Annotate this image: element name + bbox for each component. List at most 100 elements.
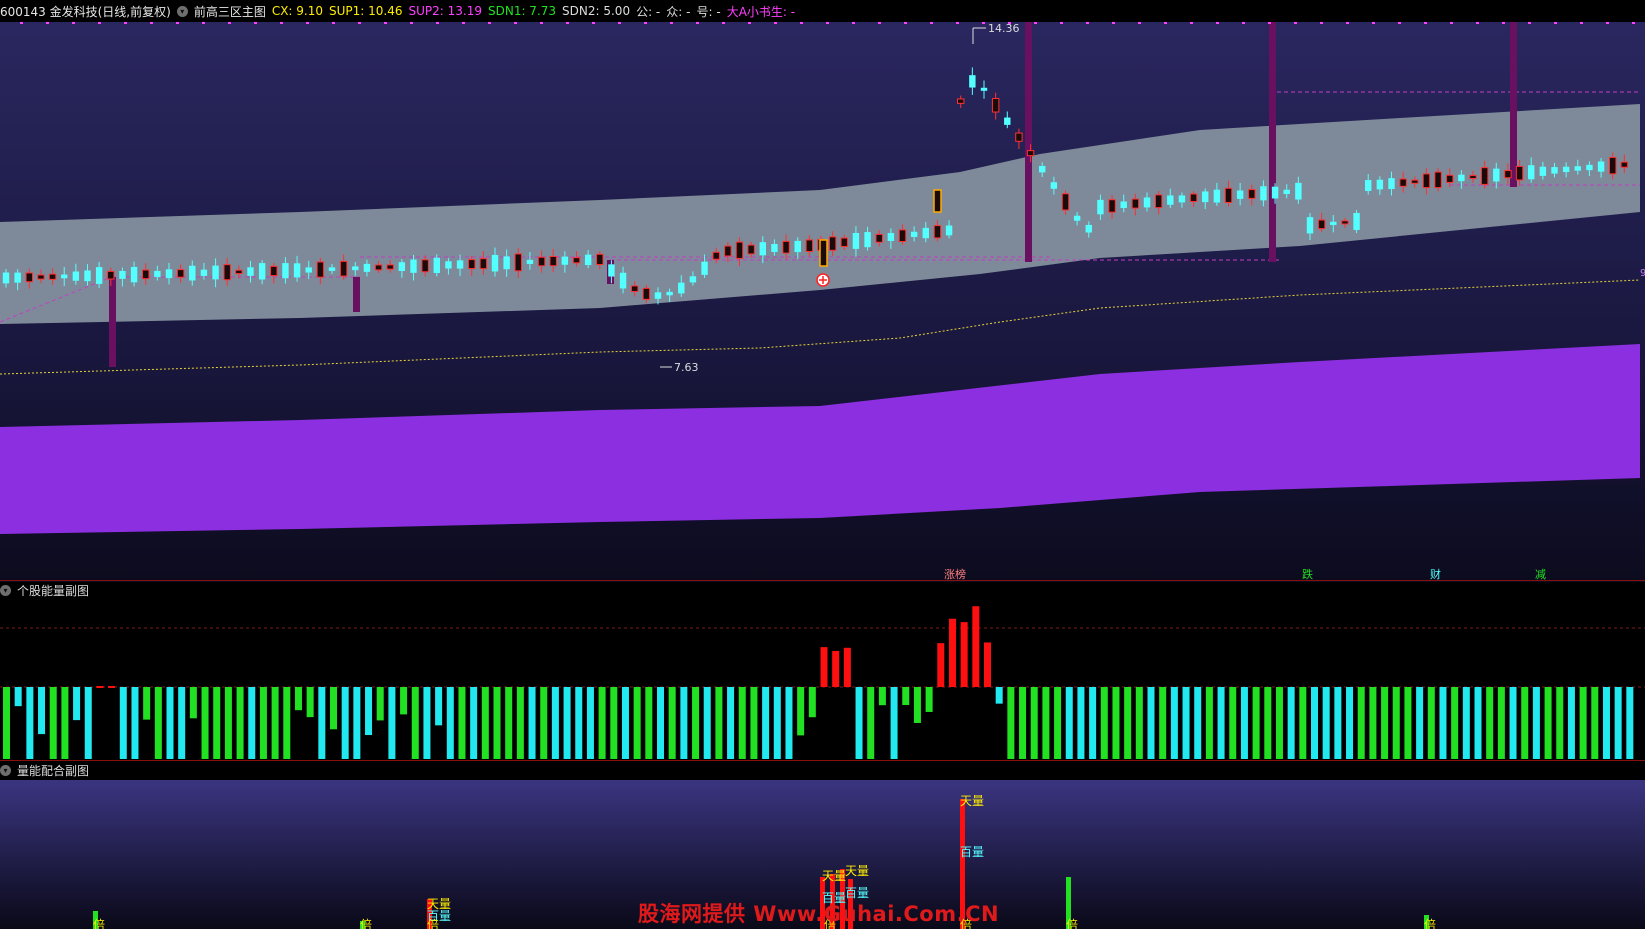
sdn2-value: SDN2: 5.00 <box>562 4 631 18</box>
candle-body <box>1446 174 1454 183</box>
top-tick <box>826 22 829 24</box>
energy-bar <box>84 687 92 759</box>
energy-bar <box>528 687 536 759</box>
energy-bar <box>855 687 863 759</box>
candle-body <box>1411 179 1419 184</box>
candle-body <box>352 266 359 271</box>
candle-body <box>165 269 173 279</box>
candle-body <box>491 254 499 272</box>
cx-value: CX: 9.10 <box>271 4 324 18</box>
candle-body <box>1422 173 1431 189</box>
energy-bar <box>1135 687 1143 759</box>
main-chart-panel[interactable]: 14.36 7.63 涨榜 跌 财 减 <box>0 22 1645 582</box>
candle-body <box>1073 215 1081 221</box>
energy-bar <box>516 687 524 759</box>
volume-label: 百量 <box>960 845 984 859</box>
top-tick <box>462 22 465 24</box>
candle-body <box>1236 190 1244 199</box>
energy-bar <box>1404 687 1412 759</box>
candle-body <box>1504 170 1512 179</box>
energy-bar <box>1474 687 1482 759</box>
indicator-name[interactable]: 前高三区主图 <box>194 3 266 20</box>
top-tick <box>176 22 179 24</box>
energy-bar <box>1264 687 1272 759</box>
top-tick <box>280 22 283 24</box>
candle-body <box>1167 195 1174 205</box>
energy-bar <box>1322 687 1330 759</box>
energy-bar <box>1416 687 1424 759</box>
candle-body <box>840 237 848 247</box>
top-tick <box>488 22 491 24</box>
sub1-title[interactable]: 个股能量副图 <box>17 582 89 599</box>
energy-bar <box>73 687 81 721</box>
candle-body <box>258 263 266 280</box>
candle-body <box>701 261 708 275</box>
zhong-value: 众: - <box>666 4 691 19</box>
energy-bar <box>575 687 583 759</box>
indicator-toggle-icon[interactable]: ▾ <box>176 5 188 17</box>
candle-body <box>1597 161 1605 172</box>
panel-separator-1 <box>0 580 1645 581</box>
top-tick <box>1242 22 1245 24</box>
candle-body <box>1120 201 1127 209</box>
stock-title[interactable]: 600143 金发科技(日线,前复权) <box>0 3 171 20</box>
top-tick <box>722 22 725 24</box>
energy-bar <box>668 687 676 759</box>
candle-body <box>1551 167 1558 174</box>
hao-value: 号: - <box>696 4 721 19</box>
sub2-title[interactable]: 量能配合副图 <box>17 762 89 779</box>
bottom-label-zhangbang: 涨榜 <box>944 567 966 581</box>
candle-body <box>642 287 651 300</box>
energy-bar <box>213 687 221 759</box>
candle-body <box>1015 132 1023 142</box>
candle-body <box>1399 178 1407 187</box>
signal-plus-icon[interactable] <box>816 273 830 287</box>
energy-bar <box>365 687 373 736</box>
candle-body <box>130 266 138 283</box>
candle-body <box>1085 224 1092 233</box>
candle-body <box>1562 166 1570 173</box>
candle-body <box>887 233 895 241</box>
candle-body <box>270 265 278 277</box>
energy-bar <box>435 687 443 726</box>
candle-body <box>1295 182 1302 200</box>
energy-subchart-panel[interactable] <box>0 582 1645 760</box>
energy-bar <box>727 687 735 759</box>
candle-body <box>549 255 557 267</box>
energy-bar <box>1602 687 1610 759</box>
vertical-marker-5 <box>1510 22 1517 187</box>
main-chart-canvas[interactable]: 14.36 7.63 涨榜 跌 财 减 <box>0 22 1645 582</box>
top-tick <box>1502 22 1505 24</box>
energy-bar <box>1299 687 1307 759</box>
candle-body <box>980 87 988 91</box>
energy-bar <box>1054 687 1062 759</box>
candle-body <box>678 282 685 294</box>
candle-body <box>631 285 639 292</box>
top-tick <box>46 22 49 24</box>
energy-bar <box>925 687 933 712</box>
volume-label: 天量 <box>822 869 846 883</box>
energy-bar <box>1311 687 1319 759</box>
energy-bar <box>14 687 22 707</box>
candle-body <box>712 251 720 260</box>
candle-body <box>771 244 778 252</box>
sub1-toggle-icon[interactable]: ▾ <box>0 584 11 596</box>
energy-bar <box>1427 687 1435 759</box>
sub2-header: ▾ 量能配合副图 <box>0 760 89 780</box>
candle-body <box>316 261 325 278</box>
top-tick <box>930 22 933 24</box>
energy-bar <box>680 687 688 759</box>
candle-body <box>526 259 534 264</box>
top-tick <box>774 22 777 24</box>
energy-bar <box>551 687 559 759</box>
energy-subchart-canvas[interactable] <box>0 582 1645 760</box>
candle-body <box>107 270 115 280</box>
candle-body <box>1306 217 1314 234</box>
energy-bar <box>610 687 618 759</box>
sub2-toggle-icon[interactable]: ▾ <box>0 764 11 776</box>
energy-bar <box>808 687 816 718</box>
candle-body <box>1376 179 1384 190</box>
energy-bar <box>657 687 665 759</box>
energy-bar <box>1275 687 1283 759</box>
low-price-label: 7.63 <box>674 361 699 374</box>
